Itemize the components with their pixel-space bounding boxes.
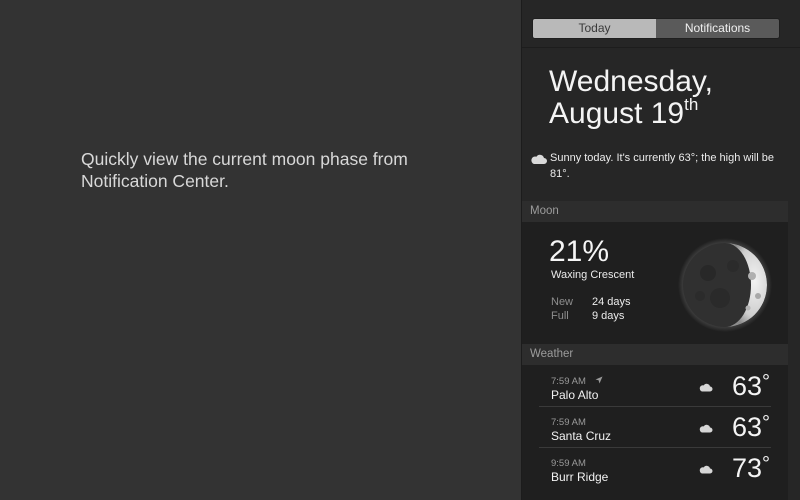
weather-city: Santa Cruz: [551, 429, 612, 443]
today-summary-text: Sunny today. It's currently 63°; the hig…: [550, 152, 774, 180]
tab-today[interactable]: Today: [533, 19, 656, 38]
tab-notifications[interactable]: Notifications: [656, 19, 779, 38]
cloud-icon: [699, 424, 713, 433]
promo-text: Quickly view the current moon phase from…: [81, 149, 408, 191]
date-heading: Wednesday, August 19th: [549, 66, 789, 130]
cloud-icon: [699, 465, 713, 474]
weather-temperature-value: 63: [732, 412, 763, 442]
notification-center-panel: Today Notifications Wednesday, August 19…: [521, 0, 800, 500]
weather-temperature-value: 63: [732, 371, 763, 401]
weather-time: 7:59 AM: [551, 376, 586, 387]
date-ordinal: th: [684, 95, 699, 114]
moon-illumination-percent: 21%: [549, 235, 610, 268]
cloud-icon: [699, 383, 713, 392]
date-month-day-line: August 19th: [549, 95, 789, 130]
moon-next-full: Full 9 days: [551, 310, 624, 322]
cloud-icon: [531, 154, 547, 164]
moon-phase-name: Waxing Crescent: [551, 269, 635, 281]
moon-widget: 21% Waxing Crescent New 24 days Full 9 d…: [522, 222, 788, 344]
weather-row[interactable]: 7:59 AM Palo Alto 63°: [522, 365, 788, 405]
degree-symbol: °: [762, 412, 771, 434]
weather-time: 7:59 AM: [551, 417, 586, 428]
weather-widget: 7:59 AM Palo Alto 63° 7:59 AM Santa Cruz…: [522, 365, 788, 500]
degree-symbol: °: [762, 371, 771, 393]
weather-row[interactable]: 7:59 AM Santa Cruz 63°: [522, 406, 788, 446]
weather-time: 9:59 AM: [551, 458, 586, 469]
moon-widget-header[interactable]: Moon: [522, 201, 788, 222]
location-arrow-icon: [595, 376, 603, 384]
moon-full-label: Full: [551, 310, 569, 322]
divider: [522, 47, 800, 48]
weather-city: Palo Alto: [551, 388, 599, 402]
weather-widget-header[interactable]: Weather: [522, 344, 788, 365]
moon-new-value: 24 days: [592, 296, 631, 308]
moon-new-label: New: [551, 296, 574, 308]
weather-temperature: 73°: [732, 453, 770, 483]
moon-full-value: 9 days: [592, 310, 625, 322]
today-notifications-segmented-control: Today Notifications: [532, 18, 780, 39]
date-month-day: August 19: [549, 97, 685, 130]
weather-temperature: 63°: [732, 371, 770, 401]
degree-symbol: °: [762, 453, 771, 475]
weather-row[interactable]: 9:59 AM Burr Ridge 73°: [522, 447, 788, 487]
moon-next-new: New 24 days: [551, 296, 631, 308]
moon-crescent-image: [678, 238, 772, 332]
today-summary: Sunny today. It's currently 63°; the hig…: [529, 150, 794, 182]
weather-city: Burr Ridge: [551, 470, 609, 484]
date-weekday: Wednesday,: [549, 65, 713, 98]
weather-temperature-value: 73: [732, 453, 763, 483]
weather-temperature: 63°: [732, 412, 770, 442]
